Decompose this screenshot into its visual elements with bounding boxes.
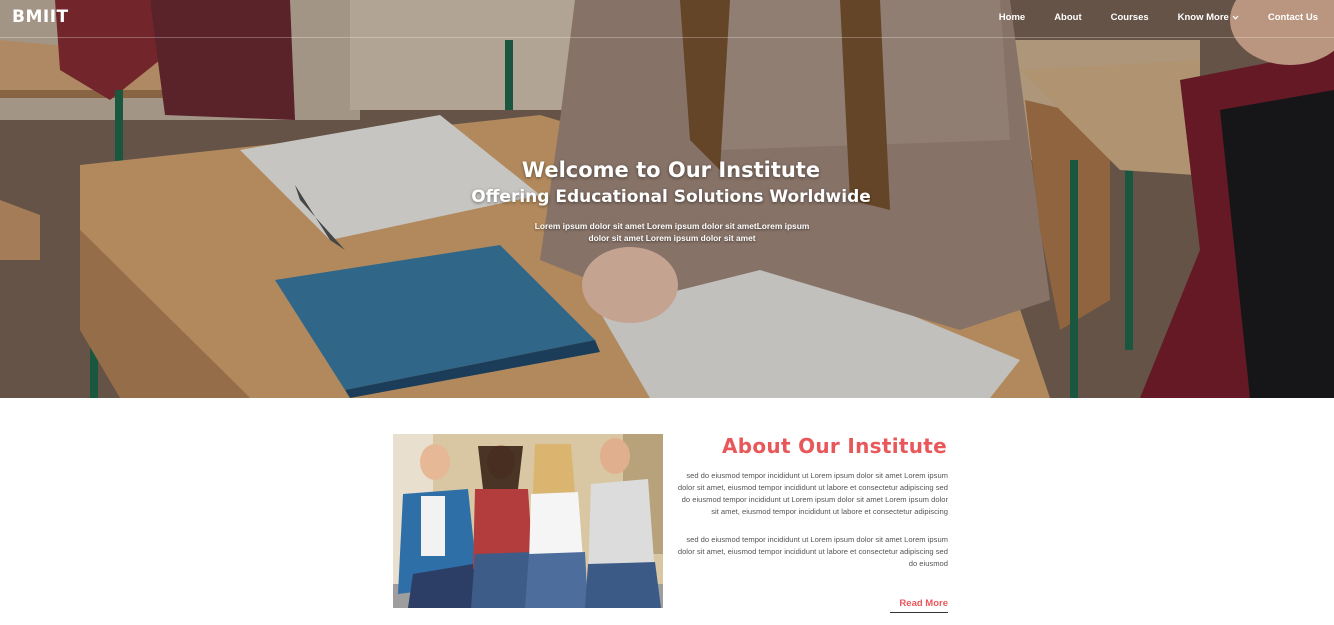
read-more-link[interactable]: Read More bbox=[890, 598, 948, 613]
about-title: About Our Institute bbox=[722, 434, 947, 458]
nav-item-label: Know More bbox=[1177, 12, 1229, 23]
nav-menu: Home About Courses Know More Contact Us bbox=[970, 12, 1318, 23]
chevron-down-icon bbox=[1232, 15, 1239, 20]
hero-subtitle: Offering Educational Solutions Worldwide bbox=[471, 187, 871, 207]
nav-item-home[interactable]: Home bbox=[999, 12, 1025, 23]
nav-item-know-more[interactable]: Know More bbox=[1178, 12, 1239, 23]
hero-title: Welcome to Our Institute bbox=[521, 158, 821, 182]
students-photo bbox=[393, 434, 663, 608]
brand-logo[interactable]: BMIIT bbox=[12, 7, 69, 27]
students-image bbox=[393, 434, 663, 608]
nav-item-courses[interactable]: Courses bbox=[1111, 12, 1149, 23]
about-paragraph-1: sed do eiusmod tempor incididunt ut Lore… bbox=[677, 471, 948, 516]
top-navbar: BMIIT Home About Courses Know More Conta… bbox=[0, 0, 1334, 38]
hero-section: BMIIT Home About Courses Know More Conta… bbox=[0, 0, 1334, 398]
nav-item-label: About bbox=[1054, 12, 1082, 23]
nav-item-label: Contact Us bbox=[1267, 12, 1318, 23]
about-paragraph-2: sed do eiusmod tempor incididunt ut Lore… bbox=[677, 535, 948, 568]
hero-description: Lorem ipsum dolor sit amet Lorem ipsum d… bbox=[534, 221, 810, 243]
nav-item-about[interactable]: About bbox=[1054, 12, 1081, 23]
nav-item-contact[interactable]: Contact Us bbox=[1268, 12, 1318, 23]
nav-item-label: Home bbox=[998, 12, 1026, 23]
nav-item-label: Courses bbox=[1110, 12, 1149, 23]
